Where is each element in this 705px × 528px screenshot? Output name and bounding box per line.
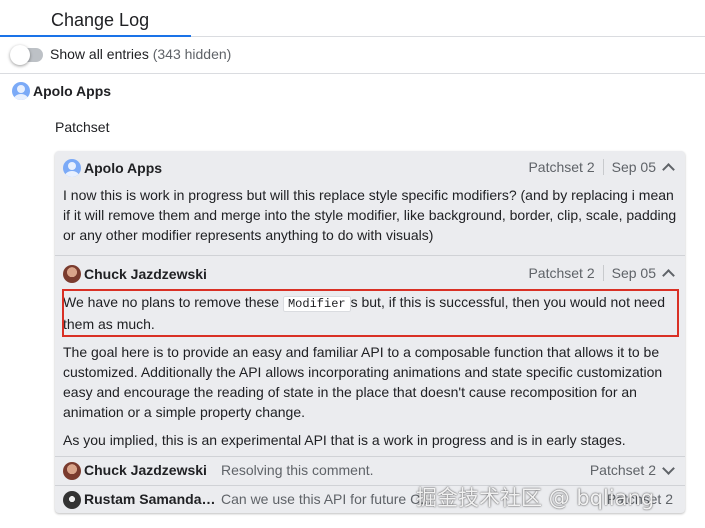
patchset-label: Patchset 2 xyxy=(589,462,656,478)
comment-author: Chuck Jazdzewski xyxy=(84,462,207,478)
toggle-knob xyxy=(10,45,30,65)
tab-change-log[interactable]: Change Log xyxy=(0,0,191,37)
comment-body: I now this is work in progress but will … xyxy=(63,187,677,243)
comment-body: We have no plans to remove these Modifie… xyxy=(62,289,679,458)
comment-date: Sep 05 xyxy=(611,159,656,175)
person-avatar-icon xyxy=(12,82,30,101)
comment-message: Chuck Jazdzewski Patchset 2 Sep 05 We hav… xyxy=(55,255,685,456)
show-all-entries-label[interactable]: Show all entries (343 hidden) xyxy=(50,46,231,62)
comment-author: Chuck Jazdzewski xyxy=(84,266,207,283)
comment-thread: Apolo Apps Patchset 2 Sep 05 I now this i… xyxy=(55,151,685,513)
person-avatar-icon xyxy=(63,159,81,178)
paragraph: As you implied, this is an experimental … xyxy=(63,432,626,448)
chevron-up-icon[interactable] xyxy=(662,163,675,176)
patchset-label: Patchset 2 xyxy=(528,159,604,175)
chevron-down-icon[interactable] xyxy=(662,462,675,475)
comment-snippet: Resolving this comment. xyxy=(221,462,374,478)
comment-author: Apolo Apps xyxy=(84,160,163,177)
highlight-box xyxy=(62,289,679,337)
hidden-count: (343 hidden) xyxy=(152,46,232,62)
highlighted-paragraph: We have no plans to remove these Modifie… xyxy=(62,289,679,337)
show-all-entries-toggle[interactable] xyxy=(10,45,43,65)
comment-date: Sep 05 xyxy=(611,265,656,281)
paragraph: The goal here is to provide an easy and … xyxy=(63,344,663,420)
change-author: Apolo Apps xyxy=(12,82,111,102)
show-all-entries-row: Show all entries (343 hidden) xyxy=(0,37,705,74)
comment-message: Apolo Apps Patchset 2 Sep 05 I now this i… xyxy=(55,151,685,255)
comment-meta: Patchset 2 xyxy=(589,462,675,478)
patchset-label: Patchset 2 xyxy=(528,265,604,281)
watermark: 掘金技术社区 @ bqliang xyxy=(416,486,655,510)
tab-label: Change Log xyxy=(51,10,150,30)
chevron-up-icon[interactable] xyxy=(662,269,675,282)
comment-meta: Patchset 2 Sep 05 xyxy=(528,159,675,176)
comment-header[interactable]: Chuck Jazdzewski Patchset 2 Sep 05 xyxy=(63,265,685,284)
author-name: Apolo Apps xyxy=(33,83,112,100)
toggle-label-text: Show all entries xyxy=(50,46,149,62)
comment-meta: Patchset 2 Sep 05 xyxy=(528,265,675,282)
photo-avatar-icon xyxy=(63,462,81,480)
patchset-heading: Patchset xyxy=(55,119,110,135)
tab-bar: Change Log xyxy=(0,0,705,37)
photo-avatar-icon xyxy=(63,265,81,284)
dark-avatar-icon xyxy=(63,491,81,509)
collapsed-comment[interactable]: Chuck Jazdzewski Resolving this comment.… xyxy=(55,456,685,485)
comment-author: Rustam Samandar... xyxy=(84,491,216,507)
comment-header[interactable]: Apolo Apps Patchset 2 Sep 05 xyxy=(63,159,685,178)
